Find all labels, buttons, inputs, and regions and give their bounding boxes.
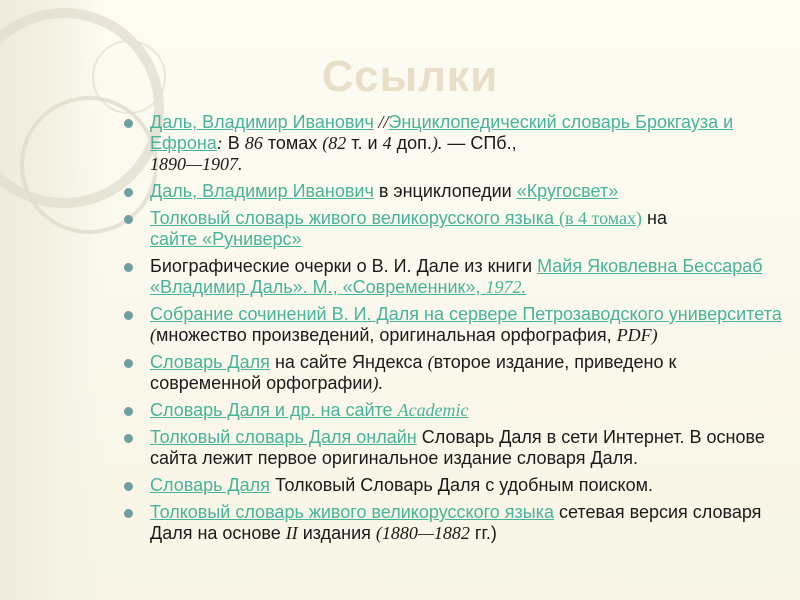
bullet-icon: [124, 263, 133, 272]
link-dal-academic[interactable]: Словарь Даля и др. на сайте: [150, 400, 398, 420]
list-item: Словарь Даля на сайте Яндекса (второе из…: [116, 352, 792, 394]
text: гг.): [469, 523, 497, 543]
text: томах: [262, 133, 323, 153]
link-dal-krugosvet[interactable]: Даль, Владимир Иванович: [150, 181, 374, 201]
text: В: [222, 133, 245, 153]
link-krugosvet[interactable]: «Кругосвет»: [517, 181, 619, 201]
link-dictionary-network[interactable]: Толковый словарь живого великорусского я…: [150, 502, 554, 522]
link-academic[interactable]: Academic: [398, 400, 469, 420]
links-list-container: Даль, Владимир Иванович //Энциклопедичес…: [116, 112, 792, 550]
bullet-icon: [124, 215, 133, 224]
text: (1880—1882: [375, 523, 470, 543]
bullet-icon: [124, 359, 133, 368]
text: множество произведений, оригинальная орф…: [156, 325, 617, 345]
bullet-icon: [124, 188, 133, 197]
link-four-volumes[interactable]: (в 4 томах): [559, 208, 642, 228]
bullet-icon: [124, 407, 133, 416]
link-dal-online[interactable]: Толковый словарь Даля онлайн: [150, 427, 417, 447]
text: //: [373, 112, 389, 132]
text: PDF): [616, 325, 658, 345]
list-item: Словарь Даля и др. на сайте Academic: [116, 400, 792, 421]
text: ).: [431, 133, 443, 153]
bullet-icon: [124, 119, 133, 128]
text: на сайте Яндекса: [269, 352, 428, 372]
link-dal-search[interactable]: Словарь Даля: [150, 475, 270, 495]
list-item: Словарь Даля Толковый Словарь Даля с удо…: [116, 475, 792, 496]
bullet-icon: [124, 509, 133, 518]
link-year[interactable]: 1972.: [485, 277, 526, 297]
text: СПб.,: [470, 133, 517, 153]
text: Биографические очерки о В. И. Дале из кн…: [150, 256, 538, 276]
list-item: Толковый словарь живого великорусского я…: [116, 502, 792, 544]
list-item: Толковый словарь живого великорусского я…: [116, 208, 792, 250]
links-list: Даль, Владимир Иванович //Энциклопедичес…: [116, 112, 792, 544]
text: 86: [244, 133, 263, 153]
text: (82: [322, 133, 347, 153]
link-collected-works-petrsu[interactable]: Собрание сочинений В. И. Даля на сервере…: [150, 304, 782, 324]
list-item: Биографические очерки о В. И. Дале из кн…: [116, 256, 792, 298]
list-item: Даль, Владимир Иванович //Энциклопедичес…: [116, 112, 792, 175]
text: 1890—1907.: [150, 154, 243, 174]
link-dal-brockhaus[interactable]: Даль, Владимир Иванович: [150, 112, 374, 132]
link-dictionary-runivers[interactable]: Толковый словарь живого великорусского я…: [150, 208, 559, 228]
text: Толковый Словарь Даля с удобным поиском.: [269, 475, 653, 495]
text: ).: [372, 373, 383, 393]
text: II: [285, 523, 298, 543]
list-item: Даль, Владимир Иванович в энциклопедии «…: [116, 181, 792, 202]
link-runivers-site[interactable]: сайте «Руниверс»: [150, 229, 302, 249]
text: т. и: [346, 133, 383, 153]
bullet-icon: [124, 434, 133, 443]
text: доп.: [391, 133, 432, 153]
slide-title: Ссылки: [321, 52, 499, 101]
bullet-icon: [124, 482, 133, 491]
text: издания: [297, 523, 376, 543]
decorative-ring-small: [92, 40, 166, 114]
text: в энциклопедии: [373, 181, 517, 201]
text: —: [442, 133, 471, 153]
text: 4: [382, 133, 392, 153]
link-dal-yandex[interactable]: Словарь Даля: [150, 352, 270, 372]
text: на: [642, 208, 667, 228]
bullet-icon: [124, 311, 133, 320]
list-item: Толковый словарь Даля онлайн Словарь Дал…: [116, 427, 792, 469]
list-item: Собрание сочинений В. И. Даля на сервере…: [116, 304, 792, 346]
